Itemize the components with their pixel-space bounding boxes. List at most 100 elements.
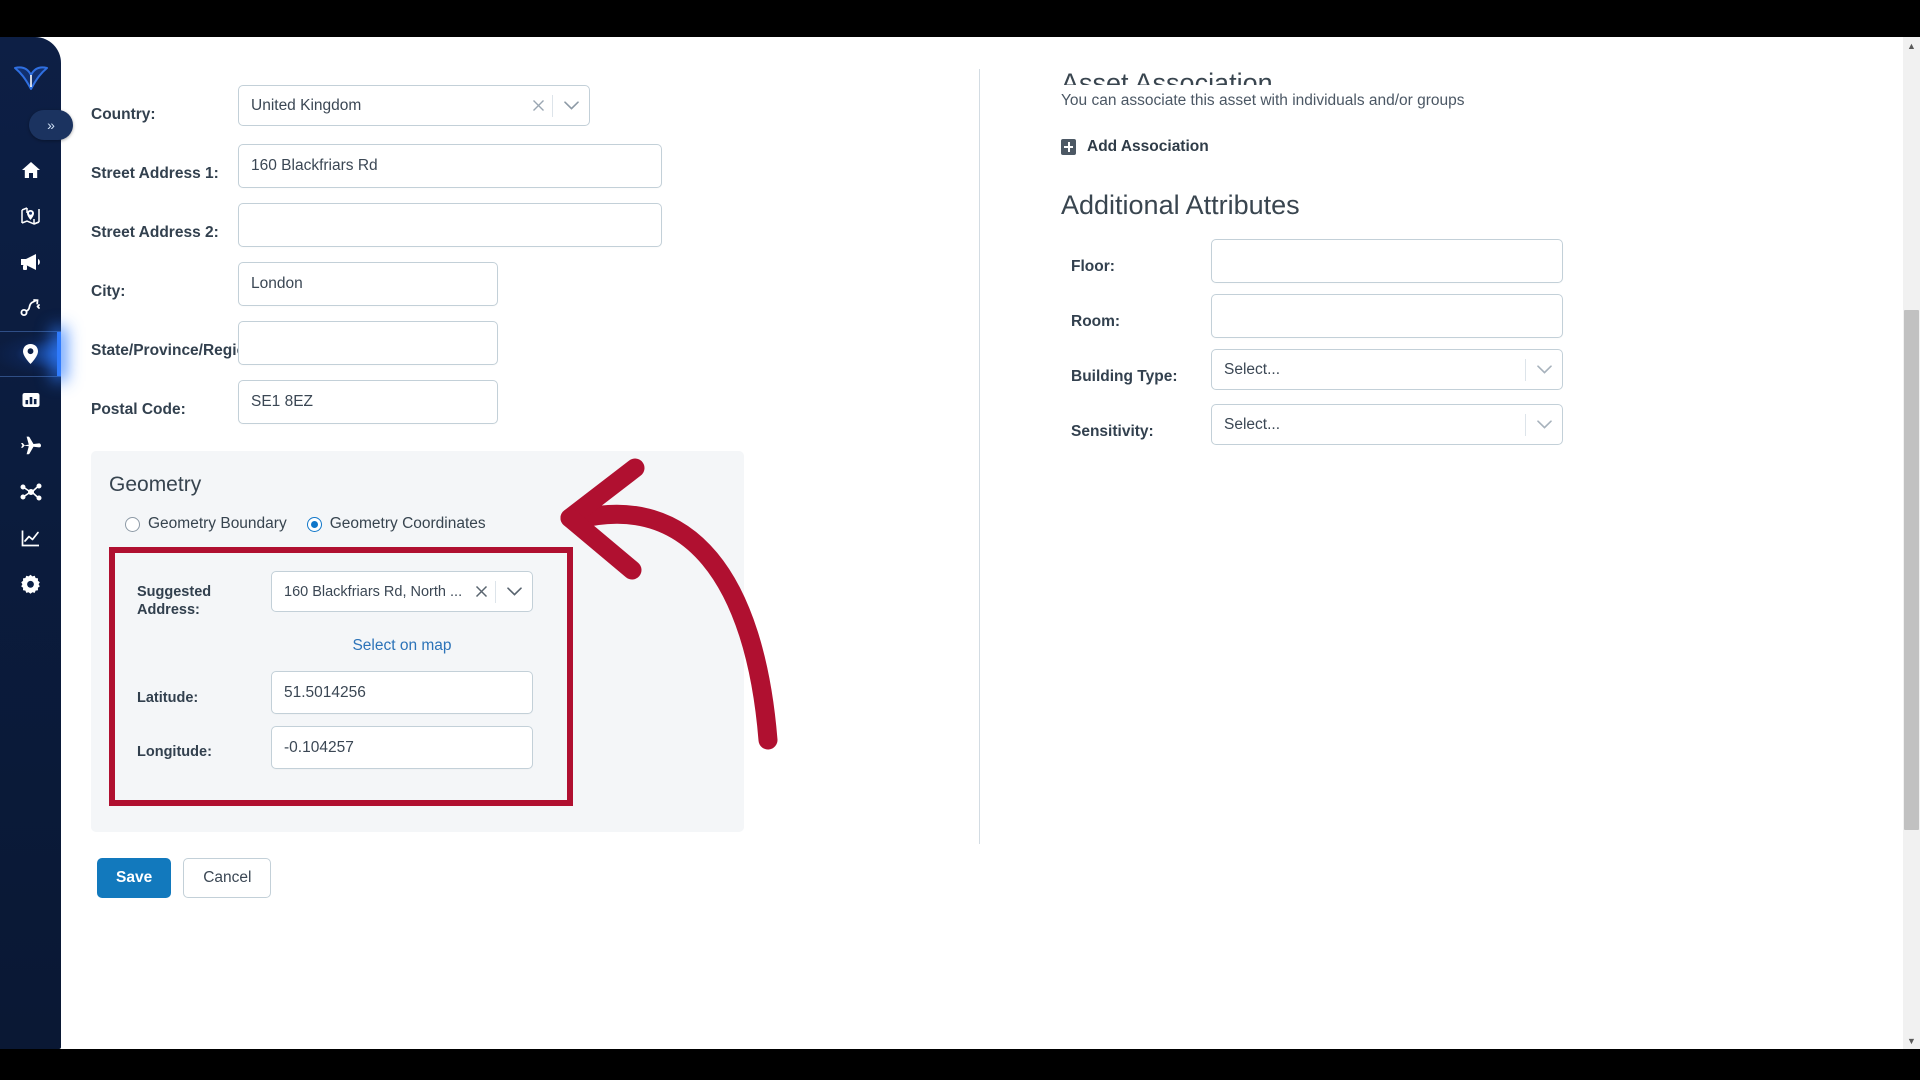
- line-chart-icon: [20, 529, 41, 548]
- building-chart-icon: [21, 391, 41, 409]
- floor-input[interactable]: [1211, 239, 1563, 283]
- state-province-region-field[interactable]: [238, 321, 498, 365]
- postal-code-label: Postal Code:: [91, 400, 186, 418]
- building-type-field[interactable]: Select...: [1211, 349, 1563, 390]
- attr-row-floor: Floor:: [1061, 239, 1761, 294]
- latitude-label: Latitude:: [137, 690, 199, 707]
- app-logo-icon[interactable]: [8, 55, 53, 100]
- city-field[interactable]: London: [238, 262, 498, 306]
- longitude-input[interactable]: -0.104257: [271, 726, 533, 769]
- building-type-select[interactable]: Select...: [1211, 349, 1563, 390]
- sidebar-item-announcements[interactable]: [0, 239, 61, 285]
- suggested-address-label: Suggested Address:: [137, 583, 212, 618]
- suggested-address-value: 160 Blackfriars Rd, North ...: [284, 583, 463, 600]
- radio-geometry-coordinates-label[interactable]: Geometry Coordinates: [330, 515, 486, 533]
- form-row-street1: Street Address 1: 160 Blackfriars Rd: [91, 144, 991, 203]
- sidebar-item-analytics[interactable]: [0, 515, 61, 561]
- street-address-2-field[interactable]: [238, 203, 662, 247]
- state-province-region-input[interactable]: [238, 321, 498, 365]
- building-type-label: Building Type:: [1071, 367, 1178, 385]
- country-field[interactable]: United Kingdom: [238, 85, 590, 126]
- radio-geometry-coordinates[interactable]: [306, 516, 322, 532]
- sidebar-item-routes[interactable]: [0, 285, 61, 331]
- form-row-country: Country: United Kingdom: [91, 85, 991, 144]
- latitude-input[interactable]: 51.5014256: [271, 671, 533, 714]
- geometry-row-longitude: Longitude: -0.104257: [137, 726, 567, 778]
- scroll-up-icon[interactable]: ▲: [1903, 37, 1920, 54]
- app-root: Country: United Kingdom Street Address 1…: [0, 0, 1920, 1080]
- sidebar-item-settings[interactable]: [0, 561, 61, 607]
- geometry-row-latitude: Latitude: 51.5014256: [137, 671, 567, 726]
- radio-geometry-boundary-label[interactable]: Geometry Boundary: [148, 515, 287, 533]
- add-association-label: Add Association: [1087, 138, 1209, 155]
- form-actions: Save Cancel: [97, 858, 991, 898]
- select-on-map-link[interactable]: Select on map: [271, 637, 533, 655]
- form-row-postal: Postal Code: SE1 8EZ: [91, 380, 991, 439]
- room-field[interactable]: [1211, 294, 1563, 338]
- sidebar-item-map[interactable]: [0, 193, 61, 239]
- geometry-coordinates-highlight: Suggested Address: 160 Blackfriars Rd, N…: [109, 547, 573, 806]
- location-marker-icon: [21, 343, 40, 365]
- asset-association-panel: Asset Association You can associate this…: [1061, 68, 1761, 459]
- street-address-2-label: Street Address 2:: [91, 223, 219, 241]
- building-type-placeholder: Select...: [1224, 360, 1280, 378]
- cancel-button[interactable]: Cancel: [183, 858, 272, 898]
- page-viewport: Country: United Kingdom Street Address 1…: [0, 37, 1920, 1049]
- suggested-address-clear-icon[interactable]: [467, 585, 495, 598]
- street-address-1-label: Street Address 1:: [91, 164, 219, 182]
- sensitivity-field[interactable]: Select...: [1211, 404, 1563, 445]
- floor-field[interactable]: [1211, 239, 1563, 283]
- form-row-city: City: London: [91, 262, 991, 321]
- city-input[interactable]: London: [238, 262, 498, 306]
- suggested-address-select[interactable]: 160 Blackfriars Rd, North ...: [271, 571, 533, 612]
- suggested-address-chevron-down-icon[interactable]: [496, 587, 532, 596]
- sidebar-item-network[interactable]: [0, 469, 61, 515]
- postal-code-field[interactable]: SE1 8EZ: [238, 380, 498, 424]
- form-row-street2: Street Address 2:: [91, 203, 991, 262]
- scroll-down-icon[interactable]: ▼: [1903, 1032, 1920, 1049]
- asset-association-subtitle: You can associate this asset with indivi…: [1061, 92, 1465, 109]
- room-input[interactable]: [1211, 294, 1563, 338]
- country-select[interactable]: United Kingdom: [238, 85, 590, 126]
- building-type-chevron-down-icon[interactable]: [1526, 365, 1562, 374]
- scrollbar-thumb[interactable]: [1904, 310, 1919, 830]
- postal-code-input[interactable]: SE1 8EZ: [238, 380, 498, 424]
- asset-association-title: Asset Association: [1061, 68, 1273, 85]
- sidebar-item-home[interactable]: [0, 147, 61, 193]
- attr-row-building-type: Building Type: Select...: [1061, 349, 1761, 404]
- sidebar-item-assets[interactable]: [0, 331, 61, 377]
- sensitivity-chevron-down-icon[interactable]: [1526, 420, 1562, 429]
- street-address-1-field[interactable]: 160 Blackfriars Rd: [238, 144, 662, 188]
- suggested-address-field[interactable]: 160 Blackfriars Rd, North ...: [271, 571, 533, 612]
- attr-row-room: Room:: [1061, 294, 1761, 349]
- floor-label: Floor:: [1071, 257, 1115, 275]
- clear-icon[interactable]: [524, 99, 552, 112]
- country-label: Country:: [91, 105, 156, 123]
- geometry-row-suggested-address: Suggested Address: 160 Blackfriars Rd, N…: [137, 571, 567, 631]
- longitude-label: Longitude:: [137, 743, 212, 760]
- longitude-field[interactable]: -0.104257: [271, 726, 533, 769]
- radio-geometry-boundary[interactable]: [125, 516, 140, 532]
- page-scrollbar[interactable]: ▲ ▼: [1903, 37, 1920, 1049]
- sidebar-collapse-button[interactable]: »: [29, 110, 73, 140]
- sidebar-item-reports[interactable]: [0, 377, 61, 423]
- sensitivity-select[interactable]: Select...: [1211, 404, 1563, 445]
- add-association-button[interactable]: Add Association: [1061, 138, 1761, 156]
- street-address-2-input[interactable]: [238, 203, 662, 247]
- network-nodes-icon: [19, 483, 42, 501]
- latitude-field[interactable]: 51.5014256: [271, 671, 533, 714]
- geometry-title: Geometry: [109, 473, 202, 496]
- street-address-1-input[interactable]: 160 Blackfriars Rd: [238, 144, 662, 188]
- home-icon: [21, 160, 41, 180]
- sidebar-nav: [0, 147, 61, 607]
- save-button[interactable]: Save: [97, 858, 172, 898]
- sidebar-item-travel[interactable]: [0, 423, 61, 469]
- country-value: United Kingdom: [251, 96, 362, 114]
- sensitivity-placeholder: Select...: [1224, 415, 1280, 433]
- sensitivity-label: Sensitivity:: [1071, 422, 1154, 440]
- address-form: Country: United Kingdom Street Address 1…: [91, 74, 991, 898]
- sidebar: »: [0, 37, 73, 1049]
- chevron-down-icon[interactable]: [553, 101, 589, 110]
- additional-attributes-title: Additional Attributes: [1061, 190, 1300, 220]
- geometry-type-radio-group: Geometry Boundary Geometry Coordinates: [125, 515, 744, 533]
